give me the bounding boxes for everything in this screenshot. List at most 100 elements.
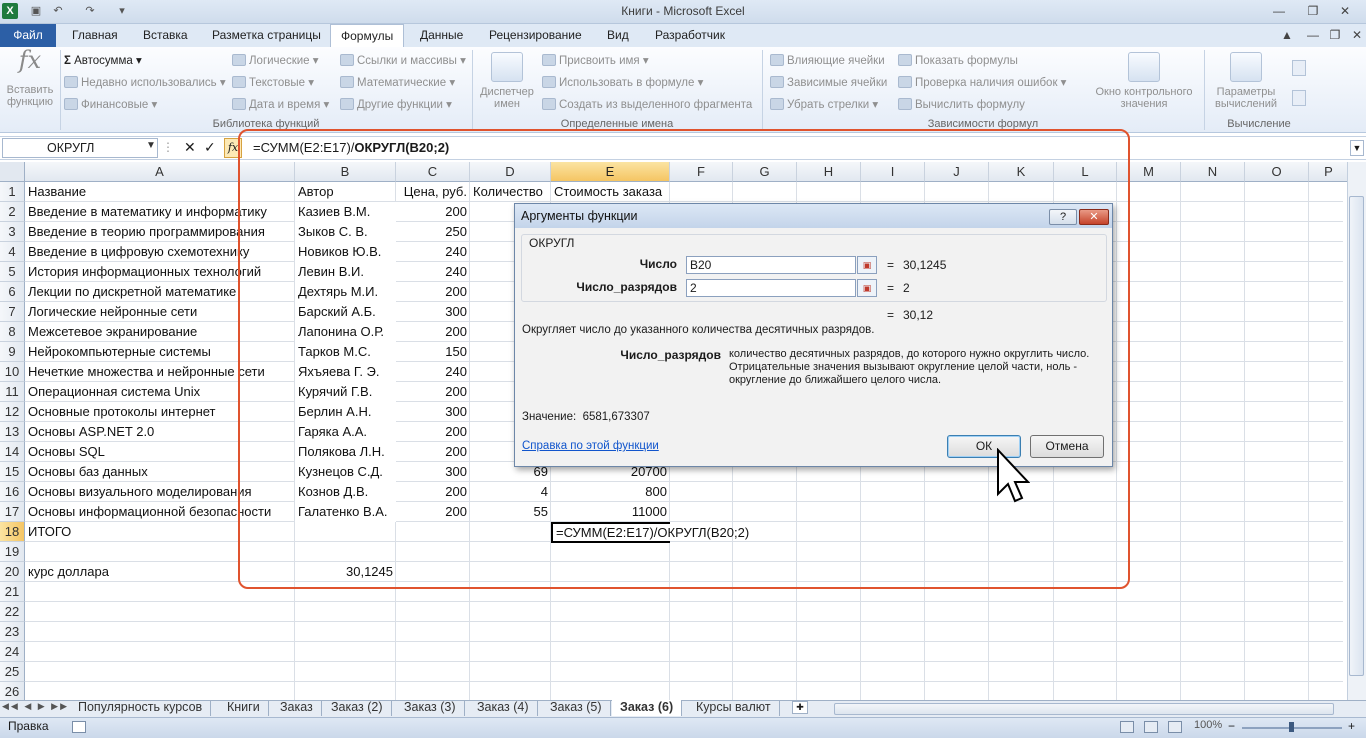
calc-sheet-icon[interactable] [1292, 90, 1306, 106]
row-header-22[interactable]: 22 [0, 602, 25, 622]
sheet-tab[interactable]: Курсы валют [688, 700, 780, 716]
row-header-18[interactable]: 18 [0, 522, 25, 542]
recent-functions-button[interactable]: Недавно использовались ▾ [64, 74, 226, 92]
row-header-13[interactable]: 13 [0, 422, 25, 442]
tab-page-layout[interactable]: Разметка страницы [202, 24, 331, 47]
insert-function-button[interactable]: fx Вставить функцию [2, 48, 58, 108]
expand-formula-bar-icon[interactable]: ▼ [1350, 140, 1364, 156]
row-header-7[interactable]: 7 [0, 302, 25, 322]
restore-icon[interactable]: ❐ [1302, 3, 1324, 19]
row-header-8[interactable]: 8 [0, 322, 25, 342]
sheet-tab[interactable]: Заказ [272, 700, 322, 716]
sheet-tab[interactable]: Популярность курсов [70, 700, 212, 716]
sheet-tab[interactable]: Книги [219, 700, 269, 716]
column-header-O[interactable]: O [1245, 162, 1309, 182]
row-header-9[interactable]: 9 [0, 342, 25, 362]
collapse-dialog-icon[interactable]: ▣ [857, 256, 877, 274]
row-header-6[interactable]: 6 [0, 282, 25, 302]
page-layout-view-icon[interactable] [1144, 721, 1158, 733]
tab-home[interactable]: Главная [62, 24, 128, 47]
help-icon[interactable]: ▲ [1276, 27, 1298, 43]
zoom-out-icon[interactable]: − [1228, 719, 1235, 733]
row-header-3[interactable]: 3 [0, 222, 25, 242]
macro-record-icon[interactable] [72, 721, 86, 733]
tab-view[interactable]: Вид [597, 24, 639, 47]
help-button[interactable]: ? [1049, 209, 1077, 225]
name-box-dropdown-icon[interactable]: ▼ [146, 140, 156, 151]
horizontal-scrollbar[interactable] [834, 703, 1334, 715]
lookup-functions-button[interactable]: Ссылки и массивы ▾ [340, 52, 466, 70]
sheet-tab[interactable]: Заказ (2) [323, 700, 392, 716]
workbook-minimize-icon[interactable]: — [1302, 27, 1324, 43]
row-header-14[interactable]: 14 [0, 442, 25, 462]
row-header-16[interactable]: 16 [0, 482, 25, 502]
page-break-view-icon[interactable] [1168, 721, 1182, 733]
arg1-input[interactable]: B20 [686, 256, 856, 274]
trace-precedents-button[interactable]: Влияющие ячейки [770, 52, 885, 70]
tab-insert[interactable]: Вставка [133, 24, 198, 47]
define-name-button[interactable]: Присвоить имя ▾ [542, 52, 649, 70]
tab-data[interactable]: Данные [410, 24, 473, 47]
financial-functions-button[interactable]: Финансовые ▾ [64, 96, 157, 114]
tab-file[interactable]: Файл [0, 24, 56, 47]
row-header-21[interactable]: 21 [0, 582, 25, 602]
create-from-selection-button[interactable]: Создать из выделенного фрагмента [542, 96, 752, 114]
column-header-N[interactable]: N [1181, 162, 1245, 182]
row-header-11[interactable]: 11 [0, 382, 25, 402]
dialog-close-button[interactable]: ✕ [1079, 209, 1109, 225]
row-header-19[interactable]: 19 [0, 542, 25, 562]
sheet-nav-icons[interactable]: ◀◀ ◀ ▶ ▶▶ [2, 701, 69, 712]
row-header-1[interactable]: 1 [0, 182, 25, 202]
row-header-24[interactable]: 24 [0, 642, 25, 662]
calc-options-button[interactable]: Параметры вычислений [1208, 52, 1284, 110]
insert-sheet-icon[interactable]: ✚ [792, 701, 808, 714]
vertical-scroll-thumb[interactable] [1349, 196, 1364, 676]
sheet-tab[interactable]: Заказ (4) [469, 700, 538, 716]
row-header-20[interactable]: 20 [0, 562, 25, 582]
other-functions-button[interactable]: Другие функции ▾ [340, 96, 452, 114]
tab-formulas[interactable]: Формулы [330, 24, 405, 48]
error-checking-button[interactable]: Проверка наличия ошибок ▾ [898, 74, 1066, 92]
math-functions-button[interactable]: Математические ▾ [340, 74, 455, 92]
zoom-in-icon[interactable]: + [1348, 719, 1355, 733]
row-header-26[interactable]: 26 [0, 682, 25, 702]
evaluate-formula-button[interactable]: Вычислить формулу [898, 96, 1025, 114]
tab-developer[interactable]: Разработчик [645, 24, 735, 47]
cancel-button[interactable]: Отмена [1030, 435, 1104, 458]
collapse-dialog-icon[interactable]: ▣ [857, 279, 877, 297]
calc-now-icon[interactable] [1292, 60, 1306, 76]
sheet-tab[interactable]: Заказ (6) [612, 700, 683, 716]
close-icon[interactable]: ✕ [1334, 3, 1356, 19]
row-header-10[interactable]: 10 [0, 362, 25, 382]
help-link[interactable]: Справка по этой функции [522, 440, 659, 452]
cancel-edit-icon[interactable]: ✕ [184, 139, 196, 156]
name-box[interactable]: ОКРУГЛ [2, 138, 158, 158]
row-header-4[interactable]: 4 [0, 242, 25, 262]
show-formulas-button[interactable]: Показать формулы [898, 52, 1018, 70]
name-manager-button[interactable]: Диспетчер имен [476, 52, 538, 110]
zoom-slider-thumb[interactable] [1289, 722, 1294, 732]
row-header-23[interactable]: 23 [0, 622, 25, 642]
trace-dependents-button[interactable]: Зависимые ячейки [770, 74, 887, 92]
confirm-edit-icon[interactable]: ✓ [204, 139, 216, 156]
row-header-5[interactable]: 5 [0, 262, 25, 282]
watch-window-button[interactable]: Окно контрольного значения [1086, 52, 1202, 110]
tab-review[interactable]: Рецензирование [479, 24, 592, 47]
normal-view-icon[interactable] [1120, 721, 1134, 733]
column-header-P[interactable]: P [1309, 162, 1349, 182]
row-header-17[interactable]: 17 [0, 502, 25, 522]
use-in-formula-button[interactable]: Использовать в формуле ▾ [542, 74, 703, 92]
row-header-15[interactable]: 15 [0, 462, 25, 482]
datetime-functions-button[interactable]: Дата и время ▾ [232, 96, 329, 114]
arg2-input[interactable]: 2 [686, 279, 856, 297]
text-functions-button[interactable]: Текстовые ▾ [232, 74, 314, 92]
sheet-tab[interactable]: Заказ (5) [542, 700, 611, 716]
workbook-restore-icon[interactable]: ❐ [1324, 27, 1346, 43]
autosum-button[interactable]: Σ Автосумма ▾ [64, 52, 142, 70]
row-header-12[interactable]: 12 [0, 402, 25, 422]
row-header-25[interactable]: 25 [0, 662, 25, 682]
minimize-icon[interactable]: — [1268, 3, 1290, 19]
zoom-level[interactable]: 100% [1194, 719, 1222, 731]
select-all-corner[interactable] [0, 162, 25, 182]
logical-functions-button[interactable]: Логические ▾ [232, 52, 319, 70]
